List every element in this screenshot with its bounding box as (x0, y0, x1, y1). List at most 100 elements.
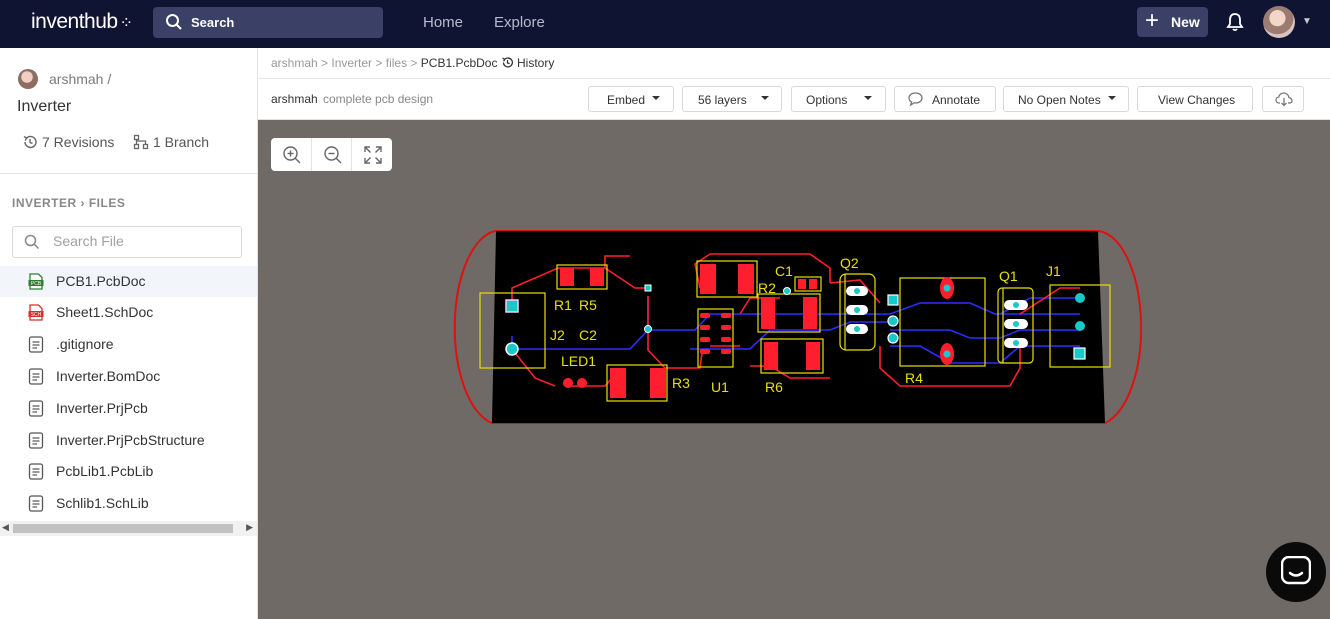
comment-icon (908, 92, 923, 107)
text-file-icon (28, 400, 44, 417)
revisions-link[interactable]: 7 Revisions (22, 134, 114, 150)
caret-down-icon (864, 96, 872, 100)
layers-dropdown[interactable]: 56 layers (682, 86, 782, 112)
chat-icon (1281, 556, 1311, 585)
file-item-prjpcb[interactable]: Inverter.PrjPcb (0, 393, 257, 424)
files-breadcrumb: INVERTER › FILES (12, 196, 126, 210)
pcb-viewer[interactable]: R1 R5 J2 C2 LED1 R3 U1 R6 R2 C1 Q2 R4 Q1… (258, 120, 1330, 619)
options-dropdown[interactable]: Options (791, 86, 886, 112)
view-changes-button[interactable]: View Changes (1137, 86, 1253, 112)
annotate-button[interactable]: Annotate (894, 86, 996, 112)
notes-dropdown[interactable]: No Open Notes (1003, 86, 1129, 112)
designator-label: R6 (765, 379, 783, 395)
cloud-download-icon (1275, 92, 1293, 107)
file-name: Inverter.PrjPcb (56, 400, 148, 416)
scrollbar-thumb[interactable] (13, 524, 233, 533)
file-item-sheet1[interactable]: SCH Sheet1.SchDoc (0, 297, 257, 328)
divider (0, 173, 257, 174)
designator-label: R5 (579, 297, 597, 313)
nav-explore[interactable]: Explore (494, 14, 545, 31)
horizontal-scrollbar[interactable]: ◀ ▶ (0, 521, 257, 536)
breadcrumb-path: arshmah > Inverter > files > PCB1.PcbDoc (271, 56, 498, 70)
designator-label: Q2 (840, 255, 859, 271)
bell-icon[interactable] (1226, 12, 1244, 32)
caret-down-icon (1108, 96, 1116, 100)
file-toolbar: arshmah complete pcb design Embed 56 lay… (258, 79, 1330, 120)
designator-label: J1 (1046, 263, 1061, 279)
designator-label: Q1 (999, 268, 1018, 284)
file-name: PcbLib1.PcbLib (56, 463, 154, 479)
nav-home[interactable]: Home (423, 14, 463, 31)
commit-message: complete pcb design (323, 92, 434, 106)
search-icon (166, 14, 182, 30)
zoom-in-button[interactable] (271, 138, 311, 171)
file-item-schlib[interactable]: Schlib1.SchLib (0, 488, 257, 519)
history-link[interactable]: History (501, 56, 554, 70)
zoom-in-icon (283, 146, 301, 164)
user-avatar[interactable] (1263, 6, 1295, 38)
plus-icon: + (1145, 7, 1160, 34)
commit-author[interactable]: arshmah (271, 92, 318, 106)
caret-down-icon (652, 96, 660, 100)
owner-avatar (18, 69, 38, 89)
download-button[interactable] (1262, 86, 1304, 112)
history-icon (23, 135, 37, 149)
branch-icon (133, 134, 149, 150)
zoom-controls (271, 138, 392, 171)
designator-label: R1 (554, 297, 572, 313)
chat-launcher[interactable] (1266, 542, 1326, 602)
file-item-bomdoc[interactable]: Inverter.BomDoc (0, 361, 257, 392)
file-search-input[interactable] (51, 232, 235, 250)
file-item-gitignore[interactable]: .gitignore (0, 329, 257, 360)
text-file-icon (28, 495, 44, 512)
logo[interactable]: inventhub ⁘ (31, 10, 133, 34)
caret-down-icon (761, 96, 769, 100)
new-button-label: New (1171, 14, 1200, 30)
text-file-icon (28, 368, 44, 385)
file-item-pcb1[interactable]: PCB PCB1.PcbDoc (0, 266, 257, 297)
breadcrumb-repo[interactable]: Inverter (331, 56, 372, 70)
logo-icon: ⁘ (119, 15, 133, 32)
designator-label: C1 (775, 263, 793, 279)
chevron-down-icon[interactable]: ▼ (1302, 16, 1312, 27)
sch-file-icon: SCH (28, 304, 44, 321)
global-search[interactable]: Search (153, 7, 383, 38)
designator-label: R2 (758, 280, 776, 296)
fit-screen-button[interactable] (351, 138, 392, 171)
designator-label: U1 (711, 379, 729, 395)
designator-label: J2 (550, 327, 565, 343)
sidebar: arshmah / Inverter 7 Revisions 1 Branch … (0, 48, 258, 619)
scroll-right-icon[interactable]: ▶ (246, 522, 253, 533)
breadcrumb-owner[interactable]: arshmah (271, 56, 318, 70)
breadcrumb-files[interactable]: files (386, 56, 407, 70)
file-item-prjpcbstructure[interactable]: Inverter.PrjPcbStructure (0, 425, 257, 456)
file-name: Schlib1.SchLib (56, 495, 149, 511)
new-button[interactable]: + New (1137, 7, 1208, 37)
owner-name: arshmah / (49, 71, 112, 87)
breadcrumb: arshmah > Inverter > files > PCB1.PcbDoc… (258, 48, 1330, 79)
svg-text:SCH: SCH (31, 312, 42, 318)
designator-label: LED1 (561, 353, 596, 369)
text-file-icon (28, 463, 44, 480)
pcb-file-icon: PCB (28, 273, 44, 290)
zoom-out-button[interactable] (311, 138, 352, 171)
branches-link[interactable]: 1 Branch (133, 134, 209, 150)
embed-dropdown[interactable]: Embed (588, 86, 674, 112)
svg-text:PCB: PCB (31, 281, 42, 287)
scroll-left-icon[interactable]: ◀ (2, 522, 9, 533)
history-icon (502, 57, 514, 68)
designator-label: R3 (672, 375, 690, 391)
expand-icon (364, 146, 382, 164)
top-navbar: inventhub ⁘ Search Home Explore + New ▼ (0, 0, 1330, 48)
file-search[interactable] (12, 226, 242, 258)
file-name: Sheet1.SchDoc (56, 304, 154, 320)
designator-label: R4 (905, 370, 923, 386)
file-name: .gitignore (56, 336, 114, 352)
pcb-board[interactable]: R1 R5 J2 C2 LED1 R3 U1 R6 R2 C1 Q2 R4 Q1… (450, 228, 1150, 428)
designator-label: C2 (579, 327, 597, 343)
file-name: PCB1.PcbDoc (56, 273, 146, 289)
text-file-icon (28, 336, 44, 353)
repo-name[interactable]: Inverter (17, 98, 71, 116)
file-item-pcblib[interactable]: PcbLib1.PcbLib (0, 456, 257, 487)
search-icon (24, 234, 40, 250)
